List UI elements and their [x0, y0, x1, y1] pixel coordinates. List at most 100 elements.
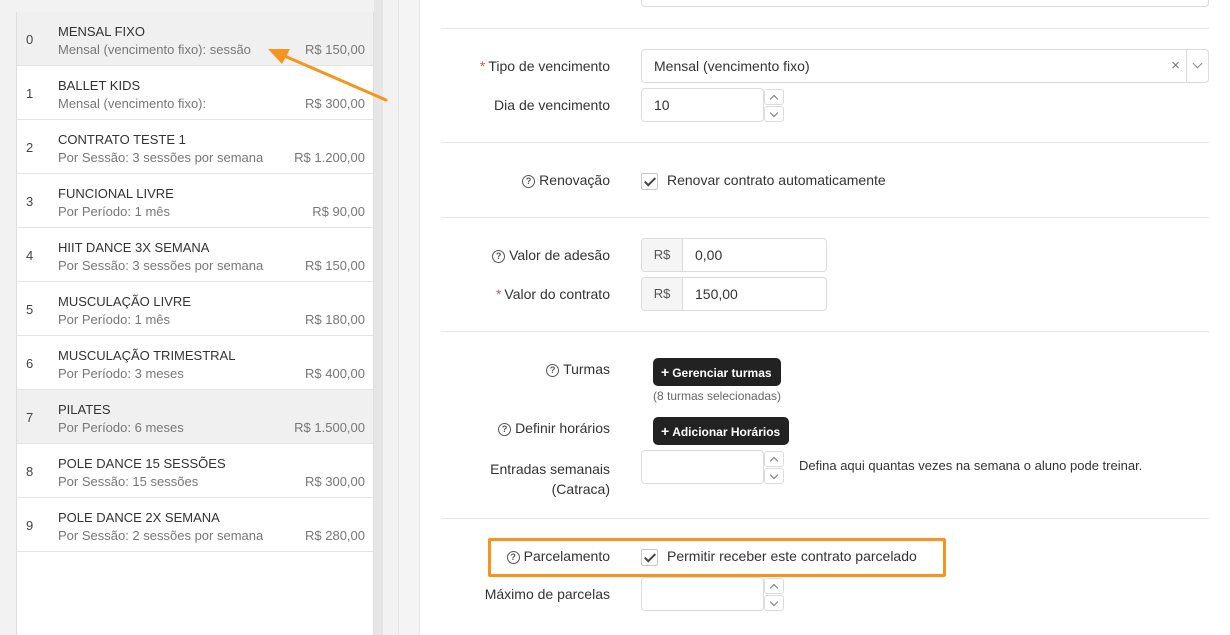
list-item-index: 9 — [26, 518, 34, 533]
list-item-price: R$ 300,00 — [305, 474, 365, 489]
list-item-index: 7 — [26, 410, 34, 425]
chevron-down-icon[interactable] — [764, 106, 784, 122]
list-item[interactable]: 4 HIIT DANCE 3X SEMANA Por Sessão: 3 ses… — [17, 228, 373, 282]
entradas-help-text: Defina aqui quantas vezes na semana o al… — [799, 458, 1143, 473]
list-item-price: R$ 300,00 — [305, 96, 365, 111]
currency-prefix: R$ — [642, 239, 683, 271]
valor-adesao-value: 0,00 — [695, 247, 723, 263]
list-item-index: 5 — [26, 302, 34, 317]
definir-horarios-label: ? Definir horários — [498, 420, 610, 436]
entradas-semanais-label: Entradas semanais (Catraca) — [490, 461, 610, 497]
adicionar-horarios-button[interactable]: + Adicionar Horários — [653, 417, 790, 445]
help-icon[interactable]: ? — [522, 175, 536, 188]
check-icon — [643, 174, 657, 187]
list-item-name: POLE DANCE 15 SESSÕES — [58, 456, 226, 471]
list-item-price: R$ 1.200,00 — [294, 150, 365, 165]
help-icon[interactable]: ? — [498, 423, 512, 436]
list-item-name: PILATES — [58, 402, 111, 417]
list-item[interactable]: 8 POLE DANCE 15 SESSÕES Por Sessão: 15 s… — [17, 444, 373, 498]
contract-list: 0 MENSAL FIXO Mensal (vencimento fixo): … — [16, 12, 374, 635]
list-item[interactable]: 2 CONTRATO TESTE 1 Por Sessão: 3 sessões… — [17, 120, 373, 174]
list-item[interactable]: 9 POLE DANCE 2X SEMANA Por Sessão: 2 ses… — [17, 498, 373, 552]
plus-icon: + — [661, 364, 670, 380]
form-gutter — [398, 0, 420, 635]
list-item-description: Por Sessão: 3 sessões por semana — [58, 258, 264, 273]
valor-contrato-label: * Valor do contrato — [495, 286, 610, 302]
list-item[interactable]: 6 MUSCULAÇÃO TRIMESTRAL Por Período: 3 m… — [17, 336, 373, 390]
chevron-up-icon[interactable] — [764, 451, 784, 467]
maximo-parcelas-input[interactable] — [641, 577, 764, 611]
list-item-price: R$ 150,00 — [305, 258, 365, 273]
list-item-name: HIIT DANCE 3X SEMANA — [58, 240, 210, 255]
entradas-semanais-input[interactable] — [641, 450, 764, 484]
list-item-description: Mensal (vencimento fixo): sessão — [58, 42, 251, 57]
close-icon[interactable]: × — [1171, 57, 1180, 74]
list-item-price: R$ 180,00 — [305, 312, 365, 327]
dia-vencimento-input[interactable]: 10 — [641, 88, 764, 122]
list-scrollbar[interactable] — [374, 0, 383, 635]
divider — [441, 142, 1209, 143]
list-item[interactable]: 3 FUNCIONAL LIVRE Por Período: 1 mês R$ … — [17, 174, 373, 228]
list-item-price: R$ 90,00 — [312, 204, 365, 219]
tipo-vencimento-label: * Tipo de vencimento — [479, 58, 610, 74]
list-item-name: MENSAL FIXO — [58, 24, 145, 39]
chevron-down-icon[interactable] — [1186, 50, 1208, 82]
turmas-note: (8 turmas selecionadas) — [653, 389, 782, 403]
entradas-semanais-stepper — [764, 451, 784, 485]
list-item-index: 6 — [26, 356, 34, 371]
maximo-parcelas-stepper — [764, 578, 784, 612]
list-item-description: Por Período: 6 meses — [58, 420, 184, 435]
valor-contrato-value: 150,00 — [695, 286, 738, 302]
gerenciar-turmas-button[interactable]: + Gerenciar turmas — [653, 358, 781, 386]
list-item-index: 3 — [26, 194, 34, 209]
dia-vencimento-label: Dia de vencimento — [494, 97, 610, 113]
list-item-index: 0 — [26, 32, 34, 47]
list-item-index: 8 — [26, 464, 34, 479]
plus-icon: + — [661, 423, 670, 439]
currency-prefix: R$ — [642, 278, 683, 310]
list-item[interactable]: 1 BALLET KIDS Mensal (vencimento fixo): … — [17, 66, 373, 120]
divider — [441, 28, 1209, 29]
renovacao-checkbox[interactable] — [641, 173, 658, 190]
chevron-up-icon[interactable] — [764, 578, 784, 594]
list-item[interactable]: 0 MENSAL FIXO Mensal (vencimento fixo): … — [17, 12, 373, 66]
annotation-highlight-box — [488, 538, 946, 577]
chevron-down-icon[interactable] — [764, 468, 784, 484]
tipo-vencimento-select[interactable]: Mensal (vencimento fixo) × — [641, 49, 1209, 83]
list-item-description: Por Sessão: 2 sessões por semana — [58, 528, 264, 543]
list-item-description: Por Sessão: 3 sessões por semana — [58, 150, 264, 165]
list-item-index: 4 — [26, 248, 34, 263]
list-item-index: 2 — [26, 140, 34, 155]
valor-adesao-label: ? Valor de adesão — [492, 247, 610, 263]
maximo-parcelas-label: Máximo de parcelas — [484, 586, 610, 602]
list-item[interactable]: 5 MUSCULAÇÃO LIVRE Por Período: 1 mês R$… — [17, 282, 373, 336]
turmas-label: ? Turmas — [546, 361, 610, 377]
divider — [441, 518, 1209, 519]
list-item-price: R$ 400,00 — [305, 366, 365, 381]
dia-vencimento-stepper — [764, 89, 784, 123]
list-item-name: MUSCULAÇÃO LIVRE — [58, 294, 191, 309]
valor-adesao-input[interactable]: R$ 0,00 — [641, 238, 827, 272]
list-item-description: Mensal (vencimento fixo): — [58, 96, 207, 111]
list-item-price: R$ 280,00 — [305, 528, 365, 543]
divider — [441, 217, 1209, 218]
list-item-description: Por Período: 1 mês — [58, 312, 170, 327]
renovacao-label: ? Renovação — [522, 172, 610, 188]
list-item-index: 1 — [26, 86, 34, 101]
chevron-down-icon[interactable] — [764, 595, 784, 611]
renovacao-checkbox-label[interactable]: Renovar contrato automaticamente — [667, 172, 886, 188]
previous-field[interactable] — [641, 0, 1209, 7]
list-item-name: POLE DANCE 2X SEMANA — [58, 510, 220, 525]
list-item-name: MUSCULAÇÃO TRIMESTRAL — [58, 348, 236, 363]
list-item-price: R$ 1.500,00 — [294, 420, 365, 435]
help-icon[interactable]: ? — [492, 250, 506, 263]
list-item-description: Por Período: 3 meses — [58, 366, 184, 381]
list-item[interactable]: 7 PILATES Por Período: 6 meses R$ 1.500,… — [17, 390, 373, 444]
list-item-price: R$ 150,00 — [305, 42, 365, 57]
list-item-name: FUNCIONAL LIVRE — [58, 186, 174, 201]
list-item-name: CONTRATO TESTE 1 — [58, 132, 186, 147]
help-icon[interactable]: ? — [546, 364, 560, 377]
list-item-description: Por Sessão: 15 sessões — [58, 474, 199, 489]
valor-contrato-input[interactable]: R$ 150,00 — [641, 277, 827, 311]
chevron-up-icon[interactable] — [764, 89, 784, 105]
